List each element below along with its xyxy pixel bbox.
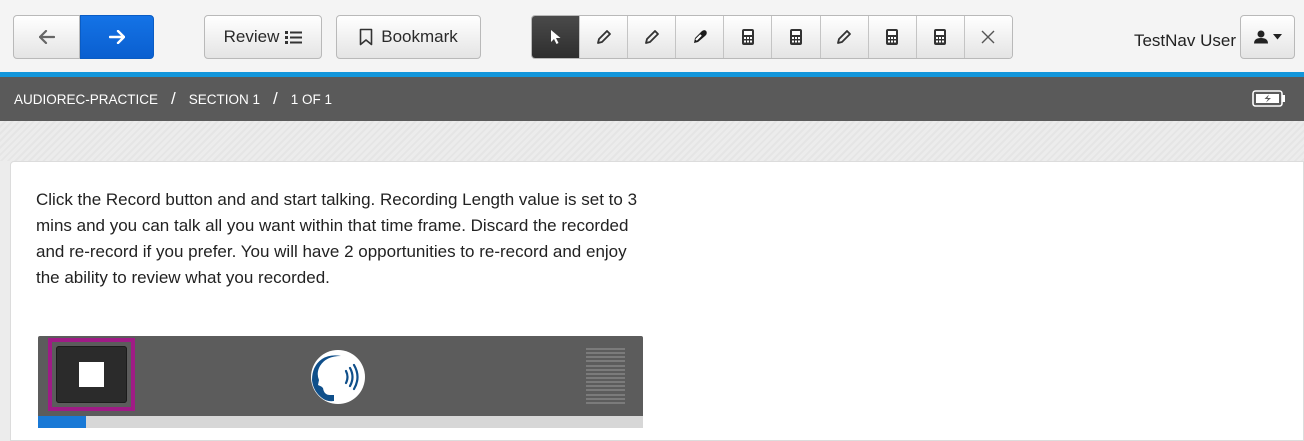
stop-button[interactable] bbox=[56, 346, 127, 403]
review-label: Review bbox=[223, 27, 280, 46]
pencil-icon bbox=[644, 30, 659, 44]
breadcrumb-separator: / bbox=[273, 89, 278, 108]
highlighter-tool[interactable] bbox=[580, 16, 629, 58]
list-icon bbox=[285, 30, 303, 44]
user-name: TestNav User bbox=[1133, 31, 1236, 50]
calculator-tool-4[interactable] bbox=[916, 16, 965, 58]
content-background bbox=[0, 121, 1304, 161]
close-tools-button[interactable] bbox=[964, 16, 1012, 58]
speaking-head-icon bbox=[311, 350, 365, 404]
pencil-icon bbox=[596, 30, 611, 44]
breadcrumb-test: AUDIOREC-PRACTICE bbox=[14, 91, 159, 107]
battery-icon bbox=[1252, 90, 1285, 107]
eraser-icon bbox=[693, 30, 707, 43]
calculator-icon bbox=[934, 29, 947, 45]
next-button[interactable] bbox=[80, 15, 154, 59]
breadcrumb-separator: / bbox=[171, 89, 176, 108]
calculator-tool-1[interactable] bbox=[724, 16, 773, 58]
stop-icon bbox=[79, 362, 104, 387]
tool-palette bbox=[531, 15, 1013, 59]
calculator-icon bbox=[741, 29, 754, 45]
line-reader-tool[interactable] bbox=[628, 16, 677, 58]
pointer-icon bbox=[550, 30, 561, 44]
breadcrumb: AUDIOREC-PRACTICE / SECTION 1 / 1 OF 1 bbox=[0, 77, 1304, 121]
arrow-right-icon bbox=[109, 30, 125, 44]
recording-progress-fill bbox=[38, 416, 87, 428]
bookmark-icon bbox=[359, 28, 373, 46]
chevron-down-icon bbox=[1273, 34, 1282, 40]
user-menu-button[interactable] bbox=[1240, 15, 1295, 59]
calculator-tool-2[interactable] bbox=[772, 16, 821, 58]
close-icon bbox=[981, 30, 995, 44]
calculator-icon bbox=[886, 29, 899, 45]
question-prompt: Click the Record button and and start ta… bbox=[36, 190, 638, 287]
pencil-icon bbox=[837, 30, 852, 44]
review-button[interactable]: Review bbox=[204, 15, 322, 59]
eraser-tool[interactable] bbox=[676, 16, 725, 58]
pencil-tool[interactable] bbox=[820, 16, 869, 58]
bookmark-label: Bookmark bbox=[381, 27, 458, 46]
user-icon bbox=[1254, 30, 1268, 44]
calculator-tool-3[interactable] bbox=[868, 16, 917, 58]
calculator-icon bbox=[790, 29, 803, 45]
pointer-tool[interactable] bbox=[532, 16, 581, 58]
arrow-left-icon bbox=[38, 30, 55, 44]
recording-progress-bar bbox=[38, 416, 643, 428]
breadcrumb-section: SECTION 1 bbox=[188, 91, 261, 107]
breadcrumb-position: 1 OF 1 bbox=[290, 91, 333, 107]
bookmark-button[interactable]: Bookmark bbox=[336, 15, 481, 59]
audio-level-icon bbox=[586, 348, 625, 404]
back-button[interactable] bbox=[13, 15, 80, 59]
